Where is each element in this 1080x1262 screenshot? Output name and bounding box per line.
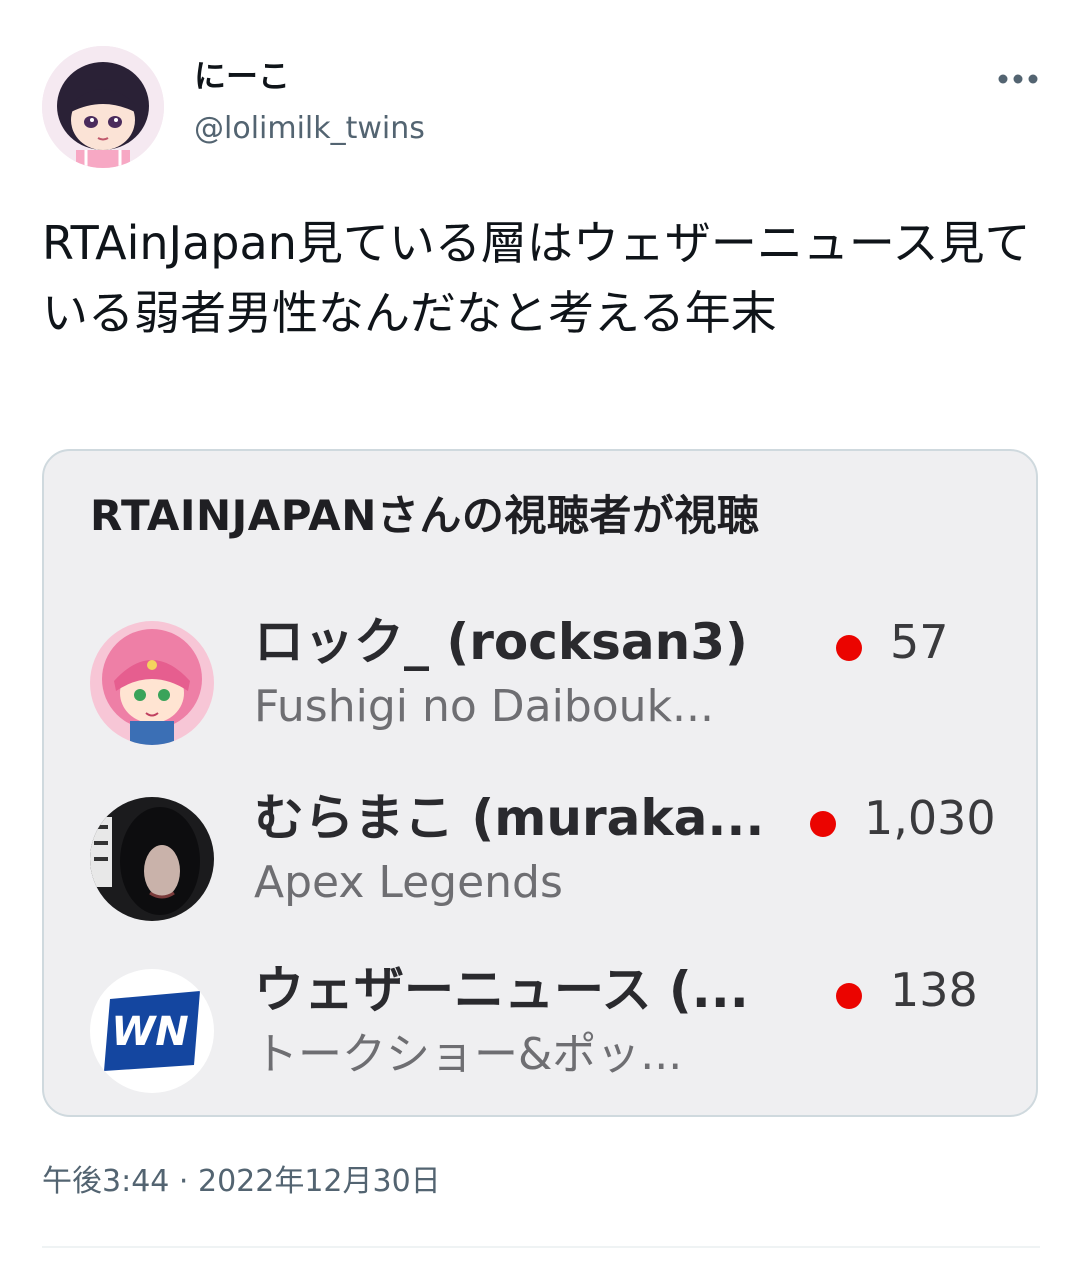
channel-game: Fushigi no Daibouk... <box>254 681 715 732</box>
divider <box>42 1246 1040 1248</box>
live-indicator-icon <box>836 983 862 1009</box>
channel-avatar: WN <box>90 969 214 1093</box>
dark-photo-avatar-icon <box>90 797 214 921</box>
channel-row[interactable]: ロック_ (rocksan3) Fushigi no Daibouk... 57 <box>44 611 1036 761</box>
viewer-count: 138 <box>890 963 978 1017</box>
author-avatar[interactable] <box>42 46 164 168</box>
tweet-timestamp[interactable]: 午後3:44 · 2022年12月30日 <box>42 1162 441 1202</box>
channel-name: ウェザーニュース (... <box>254 961 749 1019</box>
channel-name: むらまこ (muraka... <box>254 789 765 847</box>
anime-girl-avatar-icon <box>90 621 214 745</box>
channel-row[interactable]: WN ウェザーニュース (... トークショー&ポッ... 138 <box>44 959 1036 1109</box>
channel-avatar <box>90 797 214 921</box>
channel-game: トークショー&ポッ... <box>254 1029 683 1080</box>
ellipsis-icon <box>998 74 1038 84</box>
channel-name: ロック_ (rocksan3) <box>254 613 748 671</box>
card-heading: RTAINJAPANさんの視聴者が視聴 <box>90 491 760 540</box>
more-options-button[interactable] <box>994 64 1042 94</box>
tweet-text: RTAinJapan見ている層はウェザーニュース見ている弱者男性なんだなと考える… <box>42 216 1031 340</box>
svg-text:WN: WN <box>111 1009 189 1055</box>
viewer-count: 1,030 <box>864 791 996 845</box>
channel-row[interactable]: むらまこ (muraka... Apex Legends 1,030 <box>44 787 1036 937</box>
anime-avatar-icon <box>42 46 164 168</box>
tweet-header: にーこ @lolimilk_twins <box>42 46 1042 170</box>
channel-avatar <box>90 621 214 745</box>
author-handle[interactable]: @lolimilk_twins <box>194 110 425 148</box>
author-display-name[interactable]: にーこ <box>194 56 290 96</box>
live-indicator-icon <box>836 635 862 661</box>
live-indicator-icon <box>810 811 836 837</box>
wn-logo-icon: WN <box>90 969 214 1093</box>
viewer-count: 57 <box>890 615 949 669</box>
channel-game: Apex Legends <box>254 857 563 908</box>
attached-image-card[interactable]: RTAINJAPANさんの視聴者が視聴 ロック_ (rocksan3) Fush… <box>42 449 1038 1117</box>
